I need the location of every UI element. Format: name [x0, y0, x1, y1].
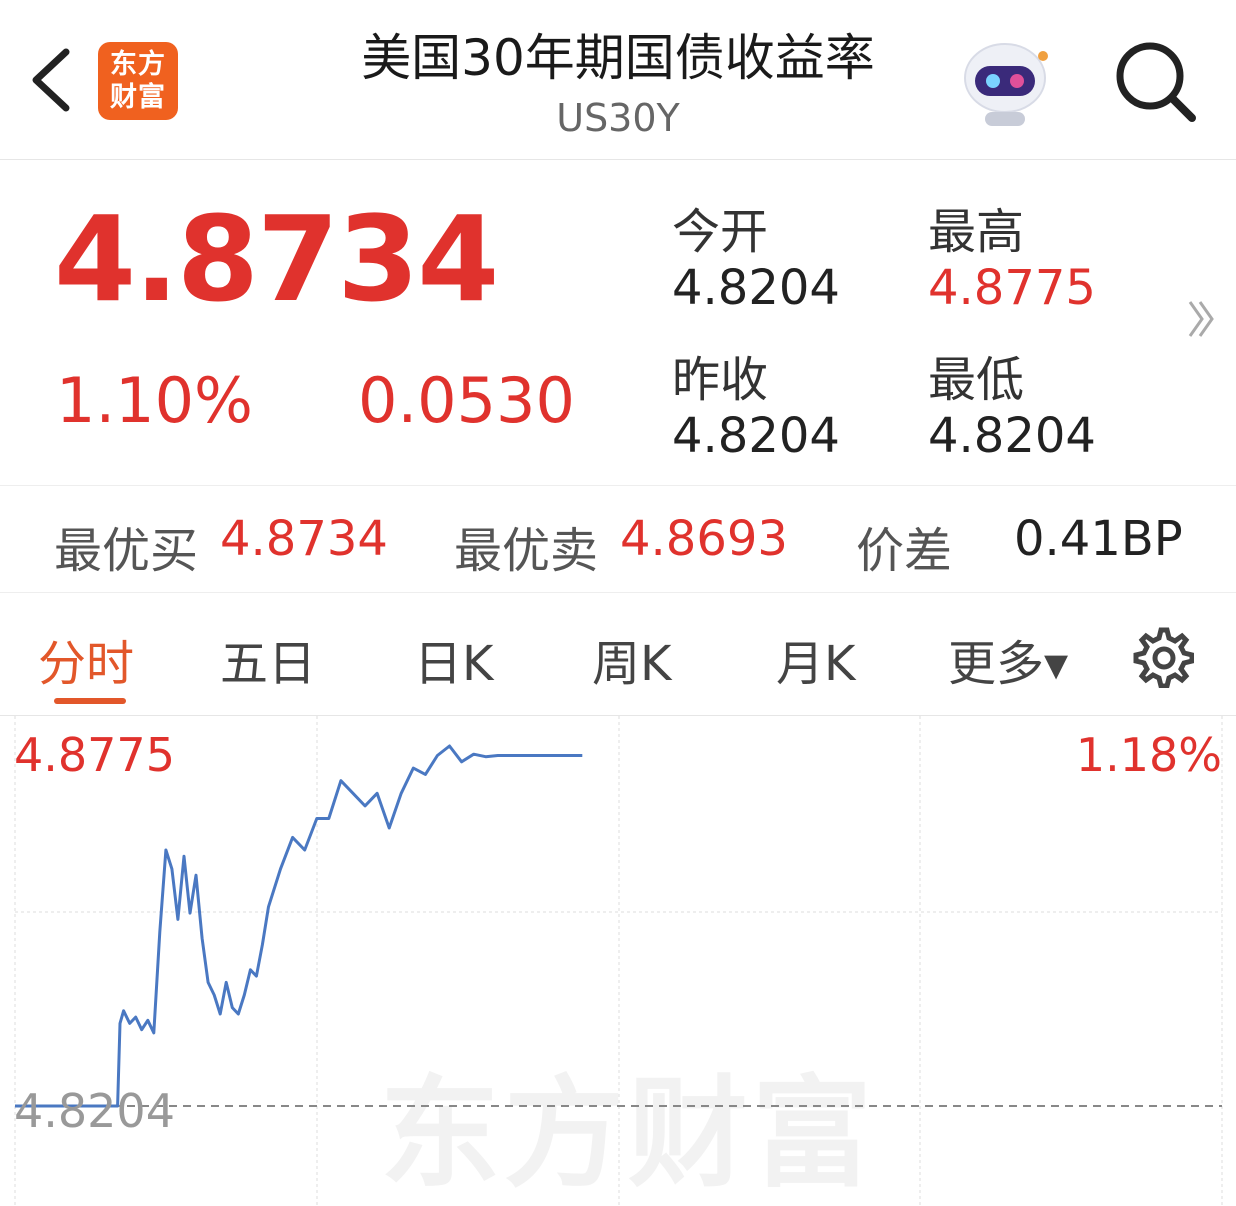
active-tab-indicator: [54, 698, 126, 704]
open-value: 4.8204: [672, 260, 840, 316]
high-label: 最高: [928, 204, 1025, 260]
tab-more[interactable]: 更多▾: [948, 624, 1068, 694]
prev-close-label: 昨收: [672, 352, 769, 408]
last-price: 4.8734: [54, 190, 499, 328]
change-value: 0.0530: [358, 364, 575, 437]
intraday-chart[interactable]: 东方财富 4.8775 1.18% 4.8204: [0, 716, 1236, 1206]
quote-panel: 4.8734 1.10% 0.0530 今开 4.8204 最高 4.8775 …: [0, 160, 1236, 486]
prev-close-value: 4.8204: [672, 408, 840, 464]
chart-settings-button[interactable]: [1130, 624, 1195, 689]
robot-assistant-button[interactable]: [955, 38, 1055, 130]
chart-grid: [14, 716, 1223, 1206]
y-axis-top-label: 4.8775: [14, 728, 175, 782]
bid-ask-row: 最优买 4.8734 最优卖 4.8693 价差 0.41BP: [0, 487, 1236, 593]
change-percent: 1.10%: [56, 364, 253, 437]
best-ask-label: 最优卖: [454, 523, 599, 579]
tab-monthly-k[interactable]: 月K: [776, 624, 855, 694]
tab-weekly-k[interactable]: 周K: [592, 624, 671, 694]
spread-label: 价差: [856, 523, 953, 579]
double-chevron-right-icon: [1188, 301, 1214, 337]
gear-icon: [1133, 627, 1195, 689]
quote-details-button[interactable]: [1184, 294, 1220, 344]
search-button[interactable]: [1108, 36, 1204, 126]
robot-avatar-icon: [964, 43, 1048, 126]
tab-intraday[interactable]: 分时: [38, 624, 134, 694]
best-ask-value: 4.8693: [620, 511, 788, 567]
spread-value: 0.41BP: [1014, 511, 1183, 567]
open-label: 今开: [672, 204, 769, 260]
price-series-line: [15, 744, 583, 1108]
low-value: 4.8204: [928, 408, 1096, 464]
tab-daily-k[interactable]: 日K: [414, 624, 493, 694]
low-label: 最低: [928, 352, 1025, 408]
y-axis-top-percent: 1.18%: [1075, 728, 1222, 782]
search-icon: [1116, 42, 1196, 122]
y-axis-base-label: 4.8204: [14, 1084, 175, 1138]
best-bid-value: 4.8734: [220, 511, 388, 567]
high-value: 4.8775: [928, 260, 1096, 316]
app-header: 东方 财富 美国30年期国债收益率 US30Y: [0, 0, 1236, 160]
tab-five-day[interactable]: 五日: [220, 624, 316, 694]
chart-canvas: [14, 716, 1223, 1206]
chart-period-tabs: 分时 五日 日K 周K 月K 更多▾: [0, 594, 1236, 716]
best-bid-label: 最优买: [54, 523, 199, 579]
